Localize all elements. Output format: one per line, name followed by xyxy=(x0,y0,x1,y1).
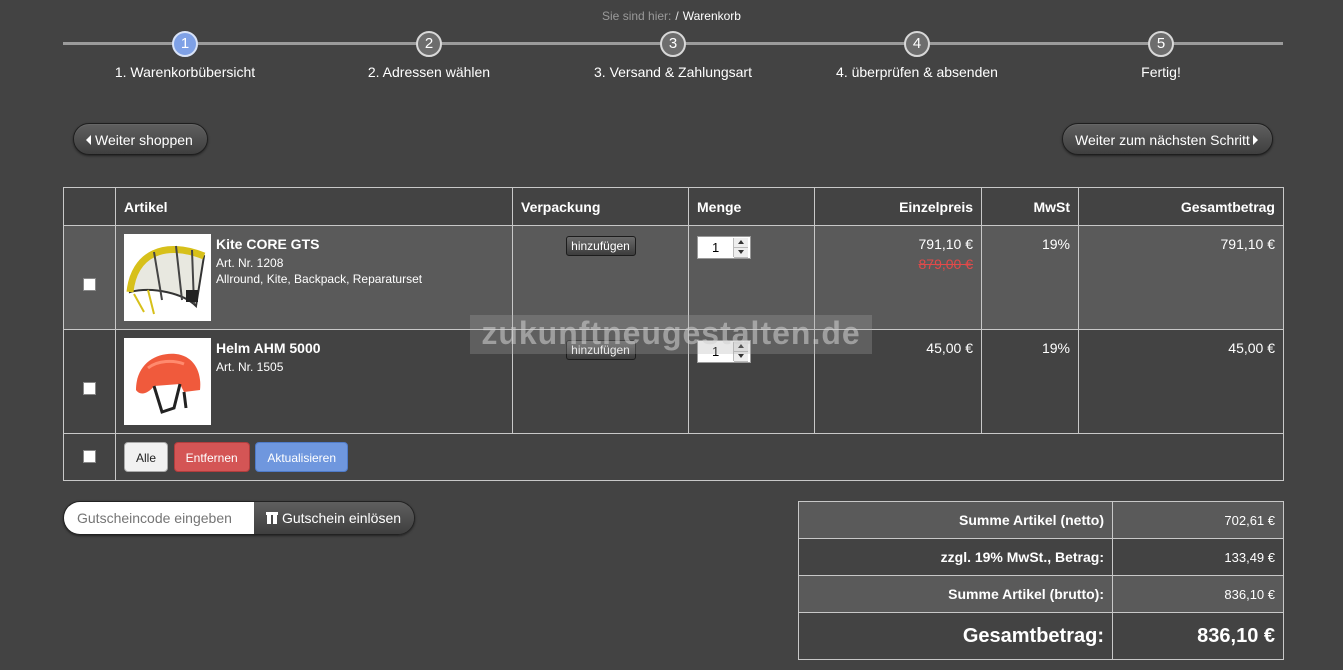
select-column-header xyxy=(63,187,116,226)
total-cell: 791,10 € xyxy=(1078,225,1284,330)
packaging-column-header: Verpackung xyxy=(512,187,689,226)
item-checkbox[interactable] xyxy=(83,382,96,395)
breadcrumb-prefix: Sie sind hier: xyxy=(602,9,672,23)
kite-product-image[interactable] xyxy=(124,234,211,321)
select-cell xyxy=(63,225,116,330)
quantity-spinner[interactable] xyxy=(733,238,748,258)
article-column-header: Artikel xyxy=(115,187,513,226)
step-number: 1 xyxy=(172,31,198,57)
select-all-button[interactable]: Alle xyxy=(124,442,169,472)
step-number: 4 xyxy=(904,31,930,57)
packaging-cell: hinzufügen xyxy=(512,225,689,330)
gross-label: Summe Artikel (brutto): xyxy=(798,575,1113,613)
redeem-coupon-label: Gutschein einlösen xyxy=(281,510,402,526)
vat-cell: 19% xyxy=(981,329,1079,434)
vat-value: 133,49 € xyxy=(1112,538,1284,576)
quantity-column-header: Menge xyxy=(688,187,815,226)
article-cell: Kite CORE GTS Art. Nr. 1208 Allround, Ki… xyxy=(115,225,513,330)
net-value: 702,61 € xyxy=(1112,501,1284,539)
breadcrumb-current[interactable]: Warenkorb xyxy=(683,9,741,23)
watermark: zukunftneugestalten.de xyxy=(470,315,872,354)
step-label: Fertig! xyxy=(1141,64,1181,80)
gift-icon xyxy=(265,512,278,524)
remove-button[interactable]: Entfernen xyxy=(173,442,250,472)
step-label: 4. überprüfen & absenden xyxy=(836,64,998,80)
article-cell: Helm AHM 5000 Art. Nr. 1505 xyxy=(115,329,513,434)
increment-arrow-icon[interactable] xyxy=(734,238,748,248)
step-label: 3. Versand & Zahlungsart xyxy=(594,64,752,80)
grand-total-value: 836,10 € xyxy=(1112,612,1284,660)
vat-cell: 19% xyxy=(981,225,1079,330)
step-label: 1. Warenkorbübersicht xyxy=(114,64,256,80)
select-all-checkbox[interactable] xyxy=(83,450,96,463)
line-total: 791,10 € xyxy=(1220,236,1276,252)
quantity-value: 1 xyxy=(712,240,720,255)
vat-rate: 19% xyxy=(1041,236,1070,252)
update-button[interactable]: Aktualisieren xyxy=(255,442,349,472)
net-label: Summe Artikel (netto) xyxy=(798,501,1113,539)
step-number: 3 xyxy=(660,31,686,57)
select-all-cell xyxy=(63,433,116,481)
checkout-step-1[interactable]: 1 1. Warenkorbübersicht xyxy=(63,31,307,80)
total-column-header: Gesamtbetrag xyxy=(1078,187,1284,226)
unit-price-column-header: Einzelpreis xyxy=(814,187,982,226)
cart-actions-row: Alle Entfernen Aktualisieren xyxy=(63,433,1284,481)
next-step-label: Weiter zum nächsten Schritt xyxy=(1075,132,1250,148)
cart-header-row: Artikel Verpackung Menge Einzelpreis MwS… xyxy=(63,187,1284,226)
totals-row-net: Summe Artikel (netto) 702,61 € xyxy=(798,501,1284,539)
totals-row-vat: zzgl. 19% MwSt., Betrag: 133,49 € xyxy=(798,538,1284,576)
coupon-input[interactable] xyxy=(64,502,254,534)
caret-left-icon xyxy=(86,135,91,145)
table-row: Kite CORE GTS Art. Nr. 1208 Allround, Ki… xyxy=(63,225,1284,330)
continue-shopping-label: Weiter shoppen xyxy=(95,132,193,148)
grand-total-label: Gesamtbetrag: xyxy=(798,612,1113,660)
quantity-stepper[interactable]: 1 xyxy=(697,236,751,259)
next-step-button[interactable]: Weiter zum nächsten Schritt xyxy=(1062,123,1273,155)
old-price: 879,00 € xyxy=(918,256,974,272)
caret-right-icon xyxy=(1252,135,1258,145)
vat-rate: 19% xyxy=(1041,340,1070,356)
step-number: 5 xyxy=(1148,31,1174,57)
checkout-step-3[interactable]: 3 3. Versand & Zahlungsart xyxy=(551,31,795,80)
continue-shopping-button[interactable]: Weiter shoppen xyxy=(73,123,208,155)
unit-price: 791,10 € xyxy=(918,236,974,252)
vat-column-header: MwSt xyxy=(981,187,1079,226)
total-cell: 45,00 € xyxy=(1078,329,1284,434)
item-checkbox[interactable] xyxy=(83,278,96,291)
line-total: 45,00 € xyxy=(1228,340,1275,356)
gross-value: 836,10 € xyxy=(1112,575,1284,613)
totals-row-grand: Gesamtbetrag: 836,10 € xyxy=(798,612,1284,660)
vat-label: zzgl. 19% MwSt., Betrag: xyxy=(798,538,1113,576)
decrement-arrow-icon[interactable] xyxy=(734,248,748,258)
add-packaging-button[interactable]: hinzufügen xyxy=(565,236,636,256)
coupon-group: Gutschein einlösen xyxy=(63,501,415,535)
totals-table: Summe Artikel (netto) 702,61 € zzgl. 19%… xyxy=(798,501,1284,660)
checkout-step-2[interactable]: 2 2. Adressen wählen xyxy=(307,31,551,80)
actions-cell: Alle Entfernen Aktualisieren xyxy=(115,433,1284,481)
select-cell xyxy=(63,329,116,434)
helmet-product-image[interactable] xyxy=(124,338,211,425)
totals-row-gross: Summe Artikel (brutto): 836,10 € xyxy=(798,575,1284,613)
unit-price-cell: 791,10 € 879,00 € xyxy=(814,225,982,330)
step-number: 2 xyxy=(416,31,442,57)
checkout-step-4[interactable]: 4 4. überprüfen & absenden xyxy=(795,31,1039,80)
step-label: 2. Adressen wählen xyxy=(367,64,491,80)
quantity-cell: 1 xyxy=(688,225,815,330)
breadcrumb-separator: / xyxy=(675,9,679,23)
breadcrumb: Sie sind hier: / Warenkorb xyxy=(0,9,1343,23)
redeem-coupon-button[interactable]: Gutschein einlösen xyxy=(254,502,414,534)
checkout-step-5[interactable]: 5 Fertig! xyxy=(1039,31,1283,80)
